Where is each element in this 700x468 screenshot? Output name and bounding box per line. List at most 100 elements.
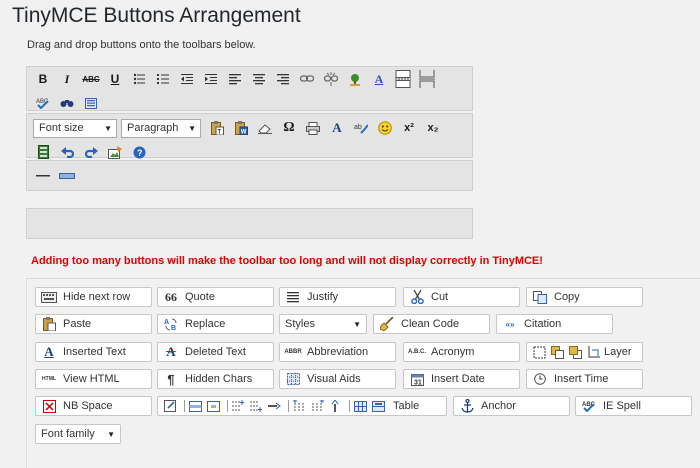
view-html-button[interactable]: HTML View HTML — [35, 369, 152, 389]
print-icon[interactable] — [301, 118, 325, 138]
paste-text-icon[interactable]: T — [205, 118, 229, 138]
warning-message: Adding too many buttons will make the to… — [31, 255, 543, 267]
broom-icon — [379, 316, 395, 332]
horizontal-rule-icon[interactable] — [31, 166, 55, 186]
paste-button[interactable]: Paste — [35, 314, 152, 334]
calendar-icon: 31 — [409, 371, 425, 387]
nb-space-button[interactable]: NB Space — [35, 396, 152, 416]
table-button[interactable]: Table — [157, 396, 447, 416]
subscript-icon[interactable]: x₂ — [421, 118, 445, 138]
abbreviation-label: Abbreviation — [307, 346, 369, 358]
justify-button[interactable]: Justify — [279, 287, 396, 307]
pilcrow-icon: ¶ — [167, 371, 175, 387]
toolbar-1[interactable]: B I ABC U A ABC — [26, 66, 473, 111]
italic-icon[interactable]: I — [55, 69, 79, 89]
styles-select[interactable]: Styles ▼ — [279, 314, 367, 334]
col-before-icon — [292, 399, 306, 413]
page-title: TinyMCE Buttons Arrangement — [12, 4, 301, 27]
emoticon-icon[interactable] — [373, 118, 397, 138]
visual-aids-button[interactable]: Visual Aids — [279, 369, 396, 389]
omega-icon[interactable]: Ω — [277, 118, 301, 138]
link-icon[interactable] — [295, 69, 319, 89]
toolbar-2[interactable]: Font size ▼ Paragraph ▼ T W Ω A ab x² x₂ — [26, 113, 473, 159]
search-icon[interactable] — [55, 93, 79, 113]
cell-props-icon — [206, 399, 220, 413]
align-left-icon[interactable] — [223, 69, 247, 89]
copy-button[interactable]: Copy — [526, 287, 643, 307]
format-select-label: Paragraph — [127, 122, 179, 134]
justify-icon — [285, 289, 301, 305]
citation-button[interactable]: «» Citation — [496, 314, 613, 334]
format-select[interactable]: Paragraph ▼ — [121, 118, 201, 138]
spellcheck-icon[interactable]: ABC — [31, 93, 55, 113]
paste-word-icon[interactable]: W — [229, 118, 253, 138]
insert-time-button[interactable]: Insert Time — [526, 369, 643, 389]
minus-icon[interactable] — [55, 166, 79, 186]
clean-code-button[interactable]: Clean Code — [373, 314, 490, 334]
help-icon[interactable]: A — [367, 69, 391, 89]
deleted-text-icon: A — [166, 344, 176, 359]
toolbar-4[interactable] — [26, 208, 473, 239]
spellcheck-icon: ABC — [581, 398, 597, 414]
move-forward-icon — [550, 345, 564, 359]
media-icon[interactable] — [31, 142, 55, 162]
redo-icon[interactable] — [79, 142, 103, 162]
toolbar-3[interactable] — [26, 160, 473, 191]
svg-text:ab: ab — [354, 124, 362, 131]
available-buttons-palette: Hide next row 66 Quote Justify Cut Copy … — [26, 278, 700, 468]
delete-col-icon — [328, 399, 342, 413]
font-size-select[interactable]: Font size ▼ — [33, 118, 117, 138]
numbered-list-icon[interactable] — [151, 69, 175, 89]
deleted-text-button[interactable]: A Deleted Text — [157, 342, 274, 362]
hidden-chars-button[interactable]: ¶ Hidden Chars — [157, 369, 274, 389]
spellcheck-icon[interactable]: ab — [349, 118, 373, 138]
indent-icon[interactable] — [199, 69, 223, 89]
unlink-icon[interactable] — [319, 69, 343, 89]
bold-icon[interactable]: B — [31, 69, 55, 89]
chevron-down-icon: ▼ — [188, 123, 196, 133]
separator — [184, 400, 185, 412]
fullscreen-icon[interactable] — [79, 93, 103, 113]
ie-spell-label: IE Spell — [603, 400, 641, 412]
undo-icon[interactable] — [55, 142, 79, 162]
hide-next-row-button[interactable]: Hide next row — [35, 287, 152, 307]
page-break-icon[interactable] — [391, 69, 415, 89]
bullet-list-icon[interactable] — [127, 69, 151, 89]
font-color-icon[interactable]: A — [325, 118, 349, 138]
more-break-icon[interactable] — [415, 69, 439, 89]
abbreviation-button[interactable]: ABBR Abbreviation — [279, 342, 396, 362]
strikethrough-icon[interactable]: ABC — [79, 69, 103, 89]
citation-icon: «» — [505, 319, 515, 329]
align-right-icon[interactable] — [271, 69, 295, 89]
deleted-text-label: Deleted Text — [185, 346, 246, 358]
layer-button[interactable]: Layer — [526, 342, 643, 362]
chevron-down-icon: ▼ — [353, 319, 361, 329]
table-label: Table — [393, 400, 420, 412]
hidden-chars-label: Hidden Chars — [185, 373, 253, 385]
acronym-button[interactable]: A.B.C. Acronym — [403, 342, 520, 362]
underline-icon[interactable]: U — [103, 69, 127, 89]
replace-icon: AB — [163, 316, 179, 332]
visual-aids-label: Visual Aids — [307, 373, 361, 385]
split-cells-icon — [353, 399, 367, 413]
align-center-icon[interactable] — [247, 69, 271, 89]
separator — [227, 400, 228, 412]
keyboard-icon — [41, 289, 57, 305]
delete-row-icon — [267, 399, 281, 413]
chevron-down-icon: ▼ — [107, 429, 115, 439]
quote-button[interactable]: 66 Quote — [157, 287, 274, 307]
eraser-icon[interactable] — [253, 118, 277, 138]
inserted-text-button[interactable]: A Inserted Text — [35, 342, 152, 362]
insert-date-button[interactable]: 31 Insert Date — [403, 369, 520, 389]
font-family-select[interactable]: Font family ▼ — [35, 424, 121, 444]
anchor-button[interactable]: Anchor — [453, 396, 570, 416]
edit-image-icon[interactable] — [103, 142, 127, 162]
justify-label: Justify — [307, 291, 339, 303]
outdent-icon[interactable] — [175, 69, 199, 89]
image-icon[interactable] — [343, 69, 367, 89]
superscript-icon[interactable]: x² — [397, 118, 421, 138]
cut-button[interactable]: Cut — [403, 287, 520, 307]
help-icon[interactable]: ? — [127, 142, 151, 162]
ie-spell-button[interactable]: ABC IE Spell — [575, 396, 692, 416]
replace-button[interactable]: AB Replace — [157, 314, 274, 334]
